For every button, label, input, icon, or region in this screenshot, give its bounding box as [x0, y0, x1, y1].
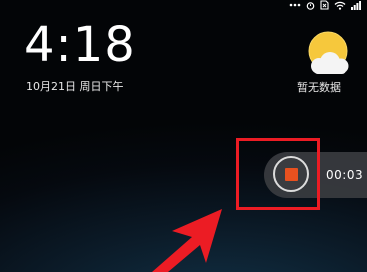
annotation-arrow-icon	[150, 205, 240, 272]
weather-status-label: 暂无数据	[297, 81, 341, 94]
signal-icon	[351, 0, 361, 10]
status-bar	[289, 0, 361, 10]
annotation-highlight-box	[236, 138, 320, 210]
alarm-icon	[306, 1, 315, 10]
recording-elapsed-time: 00:03	[326, 168, 364, 182]
weather-sun-cloud-icon[interactable]	[304, 29, 352, 77]
wifi-icon	[334, 1, 346, 10]
lock-screen-date: 10月21日 周日下午	[26, 80, 124, 93]
lock-screen-clock: 4:18	[24, 17, 136, 73]
sim-card-icon	[320, 0, 329, 10]
more-icon	[289, 2, 301, 8]
